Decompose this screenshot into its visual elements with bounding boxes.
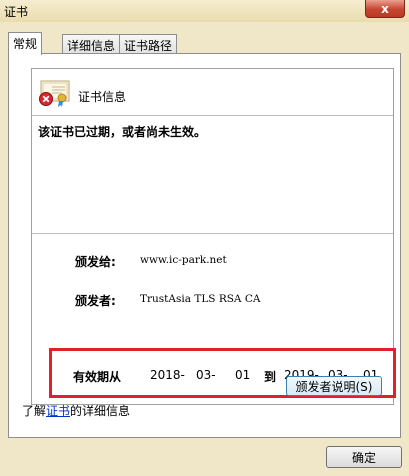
tab-general[interactable]: 常规 [8,32,43,55]
divider [32,233,393,234]
close-button[interactable]: x [365,0,405,18]
valid-from-month: 03- [196,368,216,382]
divider [32,115,393,116]
tab-cert-path[interactable]: 证书路径 [119,34,178,54]
issued-to-label: 颁发给: [75,255,116,269]
learn-more-text: 了解证书的详细信息 [22,402,130,419]
valid-from-day: 01 [235,368,251,382]
certificate-info-title: 证书信息 [78,90,127,104]
close-icon: x [381,1,389,16]
issued-by-value: TrustAsia TLS RSA CA [140,293,261,305]
valid-to-label: 到 [264,370,277,384]
learn-more-suffix: 的详细信息 [70,404,131,418]
window-title: 证书 [4,5,29,19]
valid-from-year: 2018- [150,368,185,382]
learn-more-prefix: 了解 [22,404,47,418]
issued-by-label: 颁发者: [75,294,116,308]
learn-more-link[interactable]: 证书 [46,404,70,418]
valid-from-label: 有效期从 [73,370,122,384]
certificate-error-icon [39,80,70,107]
issued-to-value: www.ic-park.net [140,254,227,266]
tab-details[interactable]: 详细信息 [62,34,121,54]
expired-warning: 该证书已过期，或者尚未生效。 [38,125,207,139]
issuer-statement-button[interactable]: 颁发者说明(S) [286,376,382,396]
ok-button[interactable]: 确定 [326,446,402,468]
title-bar: 证书 x [0,0,409,22]
